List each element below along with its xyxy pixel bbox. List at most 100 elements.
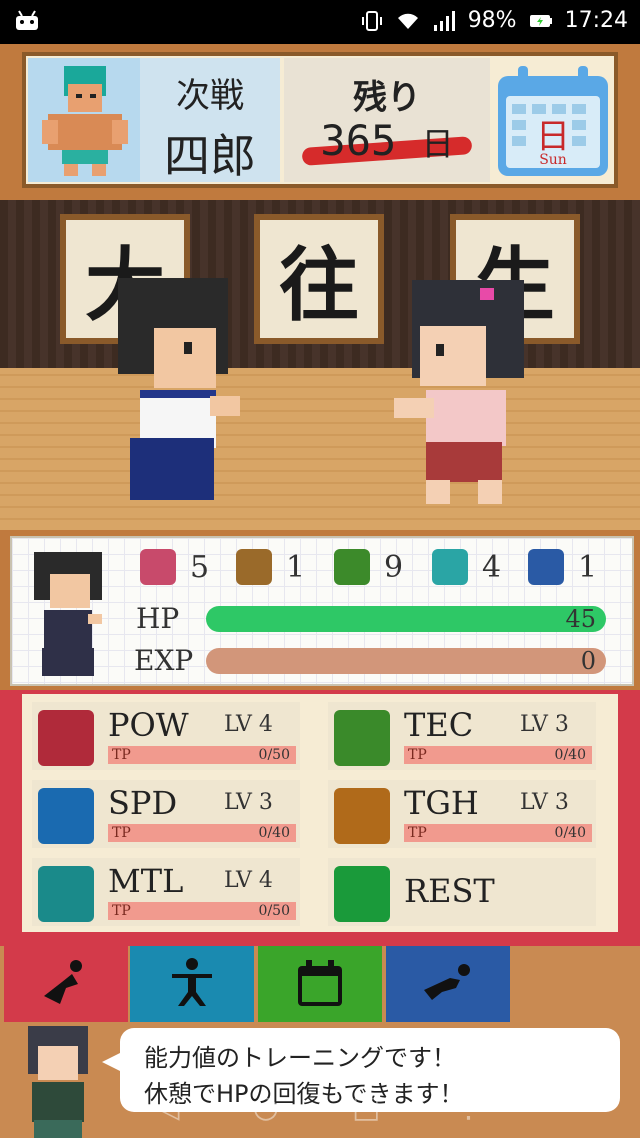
- remaining-label: 残り: [353, 78, 421, 118]
- train-pow-button[interactable]: POW LV 4 TP 0/50: [32, 702, 300, 770]
- calendar-day: Sun: [539, 152, 567, 168]
- stat-chip-teal-dice[interactable]: 4: [432, 546, 501, 588]
- train-pow-tp-bar: TP 0/50: [108, 746, 296, 764]
- train-tgh-level: LV 3: [520, 790, 569, 815]
- power-fist-icon: [140, 549, 176, 585]
- calendar-icon: 日 Sun: [498, 66, 608, 176]
- train-tgh-tp-value: 0/40: [554, 825, 586, 841]
- training-grid: POW LV 4 TP 0/50 TEC LV 3 TP 0/40 SPD LV 3…: [22, 694, 618, 932]
- wifi-icon: [397, 13, 418, 29]
- train-tec-name: TEC: [404, 706, 474, 744]
- running-icon: [38, 788, 94, 844]
- tp-label: TP: [112, 903, 131, 919]
- signal-icon: [433, 10, 455, 31]
- stat-shield-value: 1: [286, 549, 306, 585]
- home-icon[interactable]: ○: [253, 1090, 279, 1125]
- player-avatar: [34, 552, 102, 676]
- vibrate-icon: [361, 10, 382, 31]
- flying-kick-icon: [424, 964, 470, 1000]
- recents-icon[interactable]: □: [352, 1090, 380, 1125]
- dojo-floor: [0, 368, 640, 530]
- opponent-portrait[interactable]: [28, 58, 140, 182]
- system-nav-bar: ◁ ○ □ ⋮: [120, 1084, 520, 1130]
- back-icon[interactable]: ◁: [157, 1090, 180, 1125]
- train-spd-tp-bar: TP 0/40: [108, 824, 296, 842]
- battery-percent: 98%: [467, 8, 517, 33]
- special-tab[interactable]: [386, 946, 510, 1022]
- bed-icon: [334, 866, 390, 922]
- tp-label: TP: [112, 747, 131, 763]
- train-tec-level: LV 3: [520, 712, 569, 737]
- exp-value: 0: [580, 647, 596, 675]
- schedule-tab[interactable]: [258, 946, 382, 1022]
- stat-teal-dice-value: 4: [482, 549, 502, 585]
- train-pow-tp-value: 0/50: [258, 747, 290, 763]
- assistant-girl-avatar: [28, 1026, 88, 1138]
- header-panel: 次戦 四郎 残り 365 日 日 Sun: [0, 44, 640, 200]
- calendar-button[interactable]: 日 Sun: [492, 62, 614, 180]
- battery-icon: [529, 14, 552, 27]
- train-spd-tp-value: 0/40: [258, 825, 290, 841]
- train-mtl-tp-bar: TP 0/50: [108, 902, 296, 920]
- training-tab[interactable]: [4, 946, 128, 1022]
- hp-label: HP: [136, 602, 180, 635]
- exp-label: EXP: [134, 644, 194, 677]
- clock: 17:24: [564, 8, 628, 33]
- message-area: 能力値のトレーニングです！ 休憩でHPの回復もできます！ ◁ ○ □ ⋮: [0, 1022, 640, 1138]
- shield-icon: [236, 549, 272, 585]
- stat-chip-green-dice[interactable]: 9: [334, 546, 403, 588]
- blue-dice-icon: [528, 549, 564, 585]
- train-tgh-button[interactable]: TGH LV 3 TP 0/40: [328, 780, 596, 848]
- brain-head-icon: [38, 866, 94, 922]
- technique-tab[interactable]: [130, 946, 254, 1022]
- train-mtl-level: LV 4: [224, 868, 273, 893]
- next-match-panel: 次戦 四郎: [140, 58, 280, 183]
- stat-blue-dice-value: 1: [578, 549, 598, 585]
- menu-icon[interactable]: ⋮: [453, 1090, 483, 1125]
- stat-green-dice-value: 9: [384, 549, 404, 585]
- stat-chip-blue-dice[interactable]: 1: [528, 546, 597, 588]
- train-mtl-button[interactable]: MTL LV 4 TP 0/50: [32, 858, 300, 926]
- status-panel: 5 1 9 4 1 HP 45 EXP 0: [0, 530, 640, 690]
- days-value: 365: [320, 116, 397, 165]
- calendar-kanji: 日: [536, 117, 570, 157]
- bottom-tabs: [0, 946, 640, 1022]
- train-spd-name: SPD: [108, 784, 178, 822]
- message-line-1: 能力値のトレーニングです！: [144, 1044, 456, 1072]
- dojo-arena: 大 往 生: [0, 200, 640, 530]
- train-tec-tp-value: 0/40: [554, 747, 586, 763]
- stat-chip-shield[interactable]: 1: [236, 546, 305, 588]
- opponent-name: 四郎: [164, 129, 256, 183]
- martial-arts-icon: [172, 958, 212, 1006]
- train-mtl-tp-value: 0/50: [258, 903, 290, 919]
- wall-scroll-2: 往: [254, 214, 384, 344]
- android-icon: [16, 10, 38, 30]
- hp-value: 45: [565, 605, 596, 633]
- next-match-label: 次戦: [176, 76, 244, 116]
- exp-bar: 0: [206, 648, 606, 674]
- teal-dice-icon: [432, 549, 468, 585]
- tp-label: TP: [408, 747, 427, 763]
- stat-chip-power[interactable]: 5: [140, 546, 209, 588]
- stat-power-value: 5: [190, 549, 210, 585]
- rest-label: REST: [404, 872, 495, 910]
- rest-button[interactable]: REST: [328, 858, 596, 926]
- player-fighter: [118, 278, 240, 500]
- kungfu-pose-icon: [334, 710, 390, 766]
- train-pow-level: LV 4: [224, 712, 273, 737]
- train-tgh-tp-bar: TP 0/40: [404, 824, 592, 842]
- muscle-arm-icon: [38, 710, 94, 766]
- green-dice-icon: [334, 549, 370, 585]
- train-tec-tp-bar: TP 0/40: [404, 746, 592, 764]
- tp-label: TP: [408, 825, 427, 841]
- remaining-days-panel: 残り 365 日: [284, 58, 490, 182]
- train-mtl-name: MTL: [108, 862, 184, 900]
- days-remaining: 365 日: [284, 116, 490, 165]
- train-spd-button[interactable]: SPD LV 3 TP 0/40: [32, 780, 300, 848]
- train-tec-button[interactable]: TEC LV 3 TP 0/40: [328, 702, 596, 770]
- train-pow-name: POW: [108, 706, 189, 744]
- calendar-icon: [298, 960, 342, 1006]
- flex-body-icon: [334, 788, 390, 844]
- opponent-fighter: [394, 280, 524, 504]
- hp-bar: 45: [206, 606, 606, 632]
